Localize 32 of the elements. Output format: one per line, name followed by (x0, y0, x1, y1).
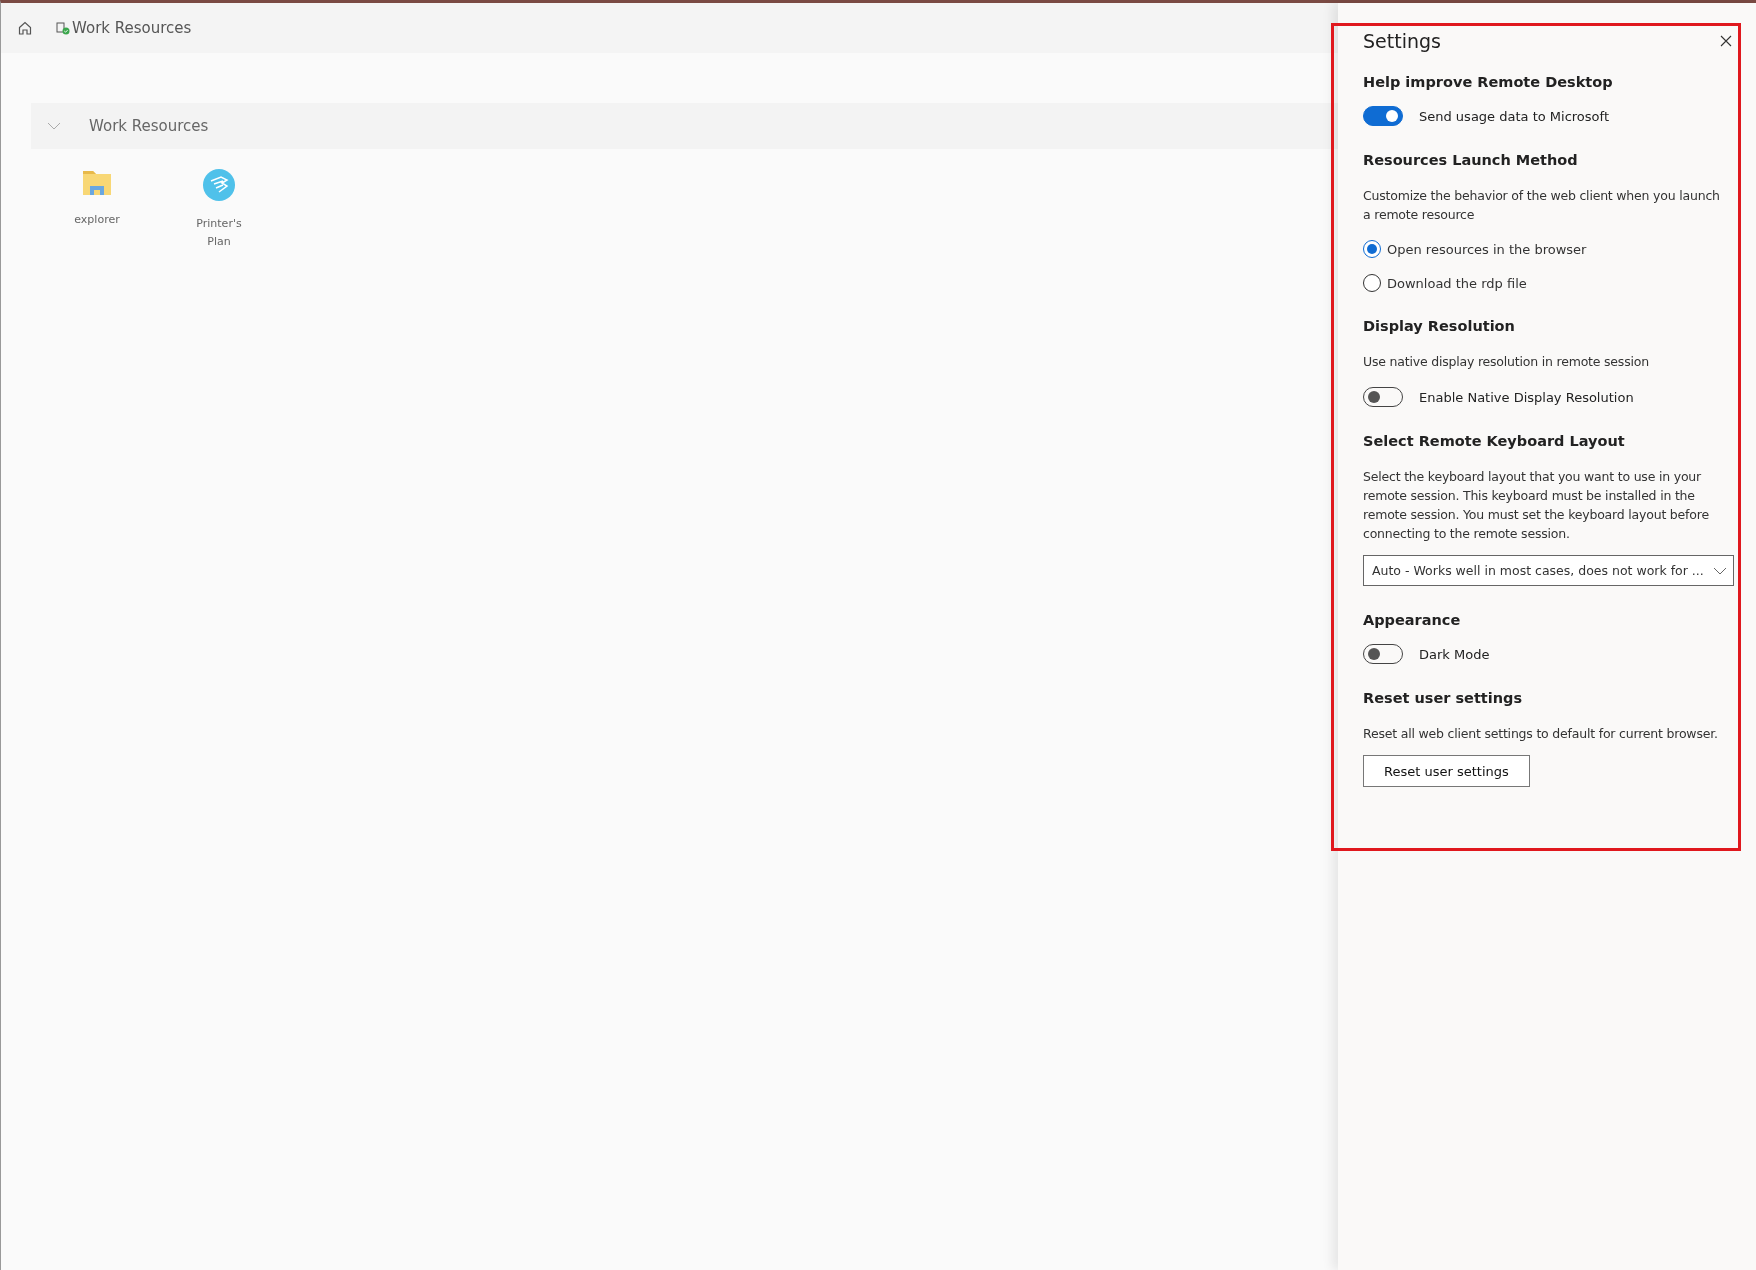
radio-label[interactable]: Open resources in the browser (1387, 241, 1587, 257)
section-heading: Resources Launch Method (1363, 152, 1579, 168)
keyboard-layout-dropdown[interactable]: Auto - Works well in most cases, does not work for ... (1363, 555, 1734, 586)
app-name[interactable]: explorer (74, 211, 120, 229)
radio-button[interactable] (1363, 274, 1381, 292)
folder-icon (82, 169, 112, 197)
section-description: Select the keyboard layout that you want to use in your remote session. This keyboard must be installed in the remote session. You must set the keyboard layout before connecting to the remote session. (1363, 468, 1710, 543)
radio-label[interactable]: Download the rdp file (1387, 275, 1527, 291)
desktop-check-icon (56, 21, 70, 35)
reset-button[interactable]: Reset user settings (1363, 755, 1530, 787)
home-icon[interactable] (18, 21, 32, 35)
toggle-switch[interactable] (1363, 106, 1403, 126)
toggle-label: Enable Native Display Resolution (1419, 389, 1634, 405)
radio-button[interactable] (1363, 240, 1381, 258)
toggle-label: Dark Mode (1419, 646, 1490, 662)
app-logo-icon (203, 169, 235, 201)
app-name[interactable]: Printer's Plan (183, 215, 255, 251)
close-icon (1720, 35, 1732, 47)
section-heading: Appearance (1363, 612, 1462, 628)
panel-title: Settings (1363, 30, 1441, 52)
group-header[interactable]: Work Resources (31, 103, 1338, 149)
section-description: Use native display resolution in remote session (1363, 353, 1650, 371)
section-heading: Help improve Remote Desktop (1363, 74, 1614, 90)
section-heading: Reset user settings (1363, 690, 1524, 706)
close-button[interactable] (1718, 33, 1734, 49)
breadcrumb-title[interactable]: Work Resources (72, 19, 192, 37)
section-description: Reset all web client settings to default for current browser. (1363, 725, 1719, 743)
section-heading: Select Remote Keyboard Layout (1363, 433, 1626, 449)
section-heading: Display Resolution (1363, 318, 1516, 334)
chevron-down-icon (1713, 566, 1727, 575)
section-description: Customize the behavior of the web client when you launch a remote resource (1363, 187, 1721, 224)
toggle-label: Send usage data to Microsoft (1419, 108, 1609, 124)
